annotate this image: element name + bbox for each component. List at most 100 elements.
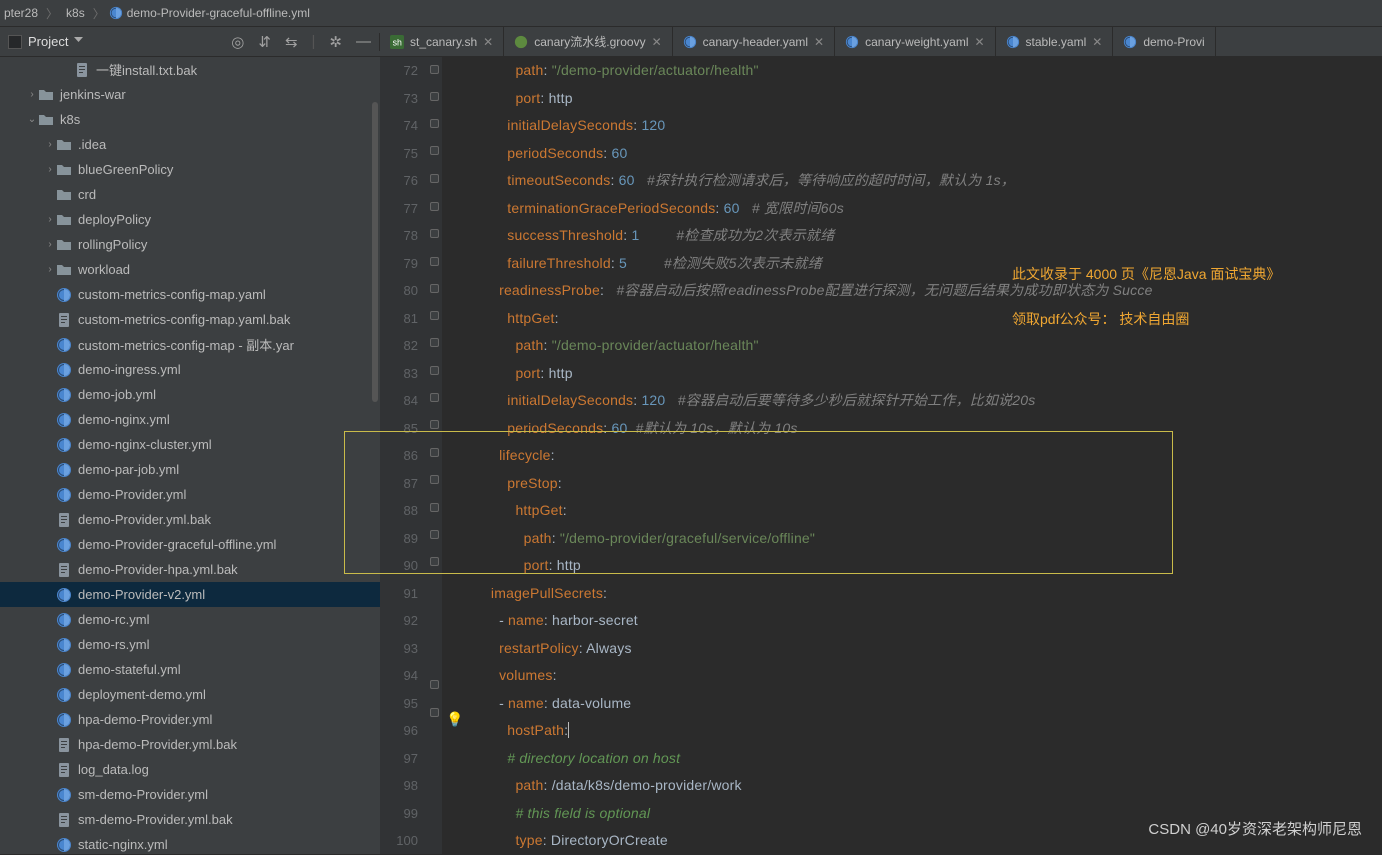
tree-item[interactable]: hpa-demo-Provider.yml.bak [0, 732, 380, 757]
code-line[interactable]: successThreshold: 1 #检查成功为2次表示就绪 [450, 222, 1153, 250]
code-line[interactable]: # directory location on host [450, 745, 1153, 773]
tree-item[interactable]: demo-nginx-cluster.yml [0, 432, 380, 457]
tree-item[interactable]: demo-Provider.yml [0, 482, 380, 507]
fold-marker[interactable] [430, 366, 439, 375]
editor[interactable]: 7273747576777879808182838485868788899091… [380, 57, 1382, 854]
tree-item[interactable]: ›blueGreenPolicy [0, 157, 380, 182]
tree-item[interactable]: ›rollingPolicy [0, 232, 380, 257]
code-line[interactable]: periodSeconds: 60 #默认为 10s，默认为 10s [450, 415, 1153, 443]
fold-marker[interactable] [430, 284, 439, 293]
tree-item[interactable]: ›.idea [0, 132, 380, 157]
editor-tab[interactable]: stable.yaml✕ [996, 27, 1114, 56]
tree-item[interactable]: demo-stateful.yml [0, 657, 380, 682]
code-line[interactable]: restartPolicy: Always [450, 635, 1153, 663]
fold-marker[interactable] [430, 92, 439, 101]
expand-toggle[interactable]: ⌄ [26, 114, 38, 125]
tree-item[interactable]: demo-Provider.yml.bak [0, 507, 380, 532]
fold-marker[interactable] [430, 530, 439, 539]
tree-item[interactable]: demo-nginx.yml [0, 407, 380, 432]
fold-marker[interactable] [430, 680, 439, 689]
code-line[interactable]: initialDelaySeconds: 120 #容器启动后要等待多少秒后就探… [450, 387, 1153, 415]
code-line[interactable]: terminationGracePeriodSeconds: 60 # 宽限时间… [450, 195, 1153, 223]
tree-item[interactable]: deployment-demo.yml [0, 682, 380, 707]
code-line[interactable]: port: http [450, 552, 1153, 580]
tree-item[interactable]: ›workload [0, 257, 380, 282]
target-icon[interactable]: ◎ [231, 33, 244, 51]
code-line[interactable]: hostPath: [450, 717, 1153, 745]
collapse-icon[interactable]: ⇆ [285, 33, 298, 51]
hide-icon[interactable]: — [356, 33, 371, 50]
tree-item[interactable]: demo-Provider-v2.yml [0, 582, 380, 607]
code-line[interactable]: timeoutSeconds: 60 #探针执行检测请求后，等待响应的超时时间，… [450, 167, 1153, 195]
tree-item[interactable]: demo-rs.yml [0, 632, 380, 657]
fold-marker[interactable] [430, 229, 439, 238]
fold-marker[interactable] [430, 65, 439, 74]
editor-tab[interactable]: canary流水线.groovy✕ [504, 27, 672, 56]
tree-item[interactable]: demo-Provider-hpa.yml.bak [0, 557, 380, 582]
fold-marker[interactable] [430, 146, 439, 155]
code-line[interactable]: type: DirectoryOrCreate [450, 827, 1153, 855]
crumb-seg[interactable]: demo-Provider-graceful-offline.yml [123, 6, 314, 20]
code-line[interactable]: path: /data/k8s/demo-provider/work [450, 772, 1153, 800]
scrollbar-thumb[interactable] [372, 102, 378, 402]
close-icon[interactable]: ✕ [652, 35, 662, 49]
tree-item[interactable]: custom-metrics-config-map.yaml [0, 282, 380, 307]
expand-toggle[interactable]: › [44, 264, 56, 275]
code-line[interactable]: path: "/demo-provider/actuator/health" [450, 57, 1153, 85]
fold-marker[interactable] [430, 202, 439, 211]
project-tool-window-header[interactable]: Project ◎ ⇵ ⇆ | ✲ — [0, 33, 380, 51]
fold-marker[interactable] [430, 257, 439, 266]
code-line[interactable]: port: http [450, 85, 1153, 113]
code-line[interactable]: periodSeconds: 60 [450, 140, 1153, 168]
fold-marker[interactable] [430, 420, 439, 429]
code-line[interactable]: volumes: [450, 662, 1153, 690]
tree-item[interactable]: static-nginx.yml [0, 832, 380, 854]
project-tree[interactable]: 一键install.txt.bak›jenkins-war⌄k8s›.idea›… [0, 57, 380, 854]
gear-icon[interactable]: ✲ [329, 33, 342, 51]
tree-item[interactable]: demo-rc.yml [0, 607, 380, 632]
fold-marker[interactable] [430, 708, 439, 717]
crumb-seg[interactable]: k8s [62, 6, 89, 20]
tree-item[interactable]: demo-ingress.yml [0, 357, 380, 382]
fold-marker[interactable] [430, 557, 439, 566]
code-area[interactable]: path: "/demo-provider/actuator/health" p… [450, 57, 1153, 855]
close-icon[interactable]: ✕ [1092, 35, 1102, 49]
code-line[interactable]: preStop: [450, 470, 1153, 498]
expand-toggle[interactable]: › [44, 164, 56, 175]
code-line[interactable]: lifecycle: [450, 442, 1153, 470]
fold-marker[interactable] [430, 475, 439, 484]
editor-tab[interactable]: canary-weight.yaml✕ [835, 27, 995, 56]
fold-marker[interactable] [430, 311, 439, 320]
tree-item[interactable]: demo-par-job.yml [0, 457, 380, 482]
tree-item[interactable]: sm-demo-Provider.yml [0, 782, 380, 807]
expand-icon[interactable]: ⇵ [258, 33, 271, 51]
expand-toggle[interactable]: › [26, 89, 38, 100]
fold-marker[interactable] [430, 393, 439, 402]
code-line[interactable]: # this field is optional [450, 800, 1153, 828]
code-line[interactable]: imagePullSecrets: [450, 580, 1153, 608]
close-icon[interactable]: ✕ [483, 35, 493, 49]
code-line[interactable]: - name: data-volume [450, 690, 1153, 718]
code-line[interactable]: path: "/demo-provider/graceful/service/o… [450, 525, 1153, 553]
editor-tab[interactable]: st_canary.sh✕ [380, 27, 504, 56]
tree-item[interactable]: sm-demo-Provider.yml.bak [0, 807, 380, 832]
expand-toggle[interactable]: › [44, 239, 56, 250]
tree-item[interactable]: custom-metrics-config-map.yaml.bak [0, 307, 380, 332]
expand-toggle[interactable]: › [44, 214, 56, 225]
fold-marker[interactable] [430, 174, 439, 183]
tree-item[interactable]: hpa-demo-Provider.yml [0, 707, 380, 732]
tree-item[interactable]: ⌄k8s [0, 107, 380, 132]
tree-item[interactable]: demo-job.yml [0, 382, 380, 407]
tree-item[interactable]: demo-Provider-graceful-offline.yml [0, 532, 380, 557]
editor-tab[interactable]: canary-header.yaml✕ [673, 27, 835, 56]
tree-item[interactable]: 一键install.txt.bak [0, 57, 380, 82]
tree-item[interactable]: custom-metrics-config-map - 副本.yar [0, 332, 380, 357]
code-line[interactable]: initialDelaySeconds: 120 [450, 112, 1153, 140]
code-line[interactable]: port: http [450, 360, 1153, 388]
close-icon[interactable]: ✕ [974, 35, 984, 49]
tree-item[interactable]: log_data.log [0, 757, 380, 782]
fold-marker[interactable] [430, 448, 439, 457]
tree-item[interactable]: ›deployPolicy [0, 207, 380, 232]
fold-marker[interactable] [430, 119, 439, 128]
scrollbar[interactable] [370, 57, 380, 854]
